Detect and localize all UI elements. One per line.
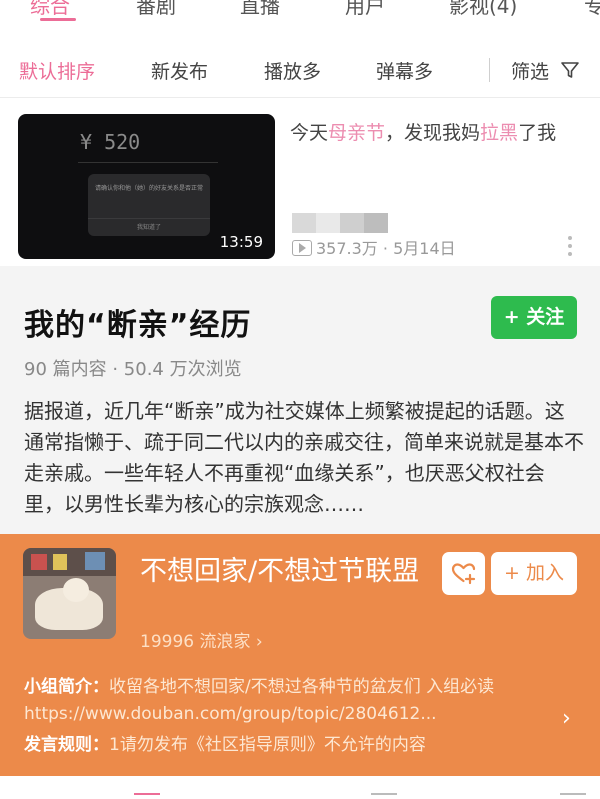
thumbnail-dialog: 请确认你和他（她）的好友关系是否正常 我知道了 xyxy=(88,174,210,236)
thumbnail-amount: ¥ 520 xyxy=(80,130,141,154)
bottom-navigation xyxy=(0,776,600,799)
group-avatar[interactable] xyxy=(23,548,116,639)
tab-live[interactable]: 直播 xyxy=(240,0,280,19)
title-text: 今天 xyxy=(290,122,329,144)
video-duration: 13:59 xyxy=(219,233,263,251)
thumbnail-dialog-button: 我知道了 xyxy=(88,218,210,236)
sort-bar: 默认排序 新发布 播放多 弹幕多 筛选 xyxy=(0,42,600,98)
top-tab-bar: 综合 番剧 直播 用户 影视(4) 专 xyxy=(0,0,600,20)
group-intro[interactable]: 小组简介：收留各地不想回家/不想过各种节的盆友们 入组必读https://www… xyxy=(24,674,554,728)
avatar-item xyxy=(53,554,67,570)
thumbnail-dialog-text: 请确认你和他（她）的好友关系是否正常 xyxy=(94,185,203,192)
group-rule-label: 发言规则： xyxy=(24,735,109,755)
title-highlight: 母亲节 xyxy=(328,122,386,144)
publish-date: 5月14日 xyxy=(393,239,456,258)
group-member-count[interactable]: 19996 流浪家 › xyxy=(140,627,263,652)
video-title[interactable]: 今天母亲节，发现我妈拉黑了我 xyxy=(290,118,586,148)
nav-profile-icon[interactable] xyxy=(560,793,586,799)
follow-button[interactable]: + 关注 xyxy=(491,296,577,339)
group-rule-text: 1请勿发布《社区指导原则》不允许的内容 xyxy=(109,735,426,755)
group-intro-label: 小组简介： xyxy=(24,677,109,697)
title-text: ，发现我妈 xyxy=(385,122,481,144)
video-thumbnail[interactable]: ¥ 520 请确认你和他（她）的好友关系是否正常 我知道了 13:59 xyxy=(18,114,275,259)
uploader-name-blurred[interactable] xyxy=(292,213,388,233)
tab-users[interactable]: 用户 xyxy=(345,0,385,19)
group-card[interactable]: 不想回家/不想过节联盟 19996 流浪家 › + 加入 小组简介：收留各地不想… xyxy=(0,534,600,776)
more-options-icon[interactable] xyxy=(566,236,574,260)
topic-description: 据报道，近几年“断亲”成为社交媒体上频繁被提起的话题。这通常指懒于、疏于同二代以… xyxy=(24,399,584,516)
avatar-bear-head xyxy=(63,578,89,602)
chevron-right-icon[interactable]: › xyxy=(562,706,571,731)
play-count-icon xyxy=(292,240,312,256)
group-name[interactable]: 不想回家/不想过节联盟 xyxy=(140,554,430,590)
title-text: 了我 xyxy=(518,122,557,144)
tab-movies[interactable]: 影视(4) xyxy=(449,0,517,19)
filter-funnel-icon[interactable] xyxy=(560,60,580,80)
view-count: 357.3万 xyxy=(316,239,378,258)
topic-stats: 90 篇内容 · 50.4 万次浏览 xyxy=(24,359,242,380)
avatar-item xyxy=(31,554,47,570)
join-group-button[interactable]: + 加入 xyxy=(491,552,577,595)
filter-button[interactable]: 筛选 xyxy=(511,57,549,84)
sort-default[interactable]: 默认排序 xyxy=(19,57,95,84)
nav-home-icon[interactable] xyxy=(134,793,160,799)
avatar-item xyxy=(85,552,105,570)
heart-plus-icon xyxy=(451,563,476,585)
title-highlight: 拉黑 xyxy=(480,122,519,144)
topic-card: 我的“断亲”经历 + 关注 90 篇内容 · 50.4 万次浏览 据报道，近几年… xyxy=(0,266,600,536)
tab-comprehensive[interactable]: 综合 xyxy=(30,0,70,19)
tab-special[interactable]: 专 xyxy=(584,0,600,19)
sort-most-danmaku[interactable]: 弹幕多 xyxy=(376,57,433,84)
video-meta: 357.3万 · 5月14日 xyxy=(292,235,456,259)
nav-dynamic-icon[interactable] xyxy=(371,793,397,799)
group-rules: 发言规则：1请勿发布《社区指导原则》不允许的内容 xyxy=(24,730,584,755)
sort-divider xyxy=(489,58,490,82)
active-tab-indicator xyxy=(40,18,76,21)
thumbnail-divider xyxy=(78,162,218,163)
sort-most-played[interactable]: 播放多 xyxy=(264,57,321,84)
favorite-group-button[interactable] xyxy=(442,552,485,595)
sort-newest[interactable]: 新发布 xyxy=(151,57,208,84)
tab-bangumi[interactable]: 番剧 xyxy=(136,0,176,19)
topic-title: 我的“断亲”经历 xyxy=(24,308,252,343)
